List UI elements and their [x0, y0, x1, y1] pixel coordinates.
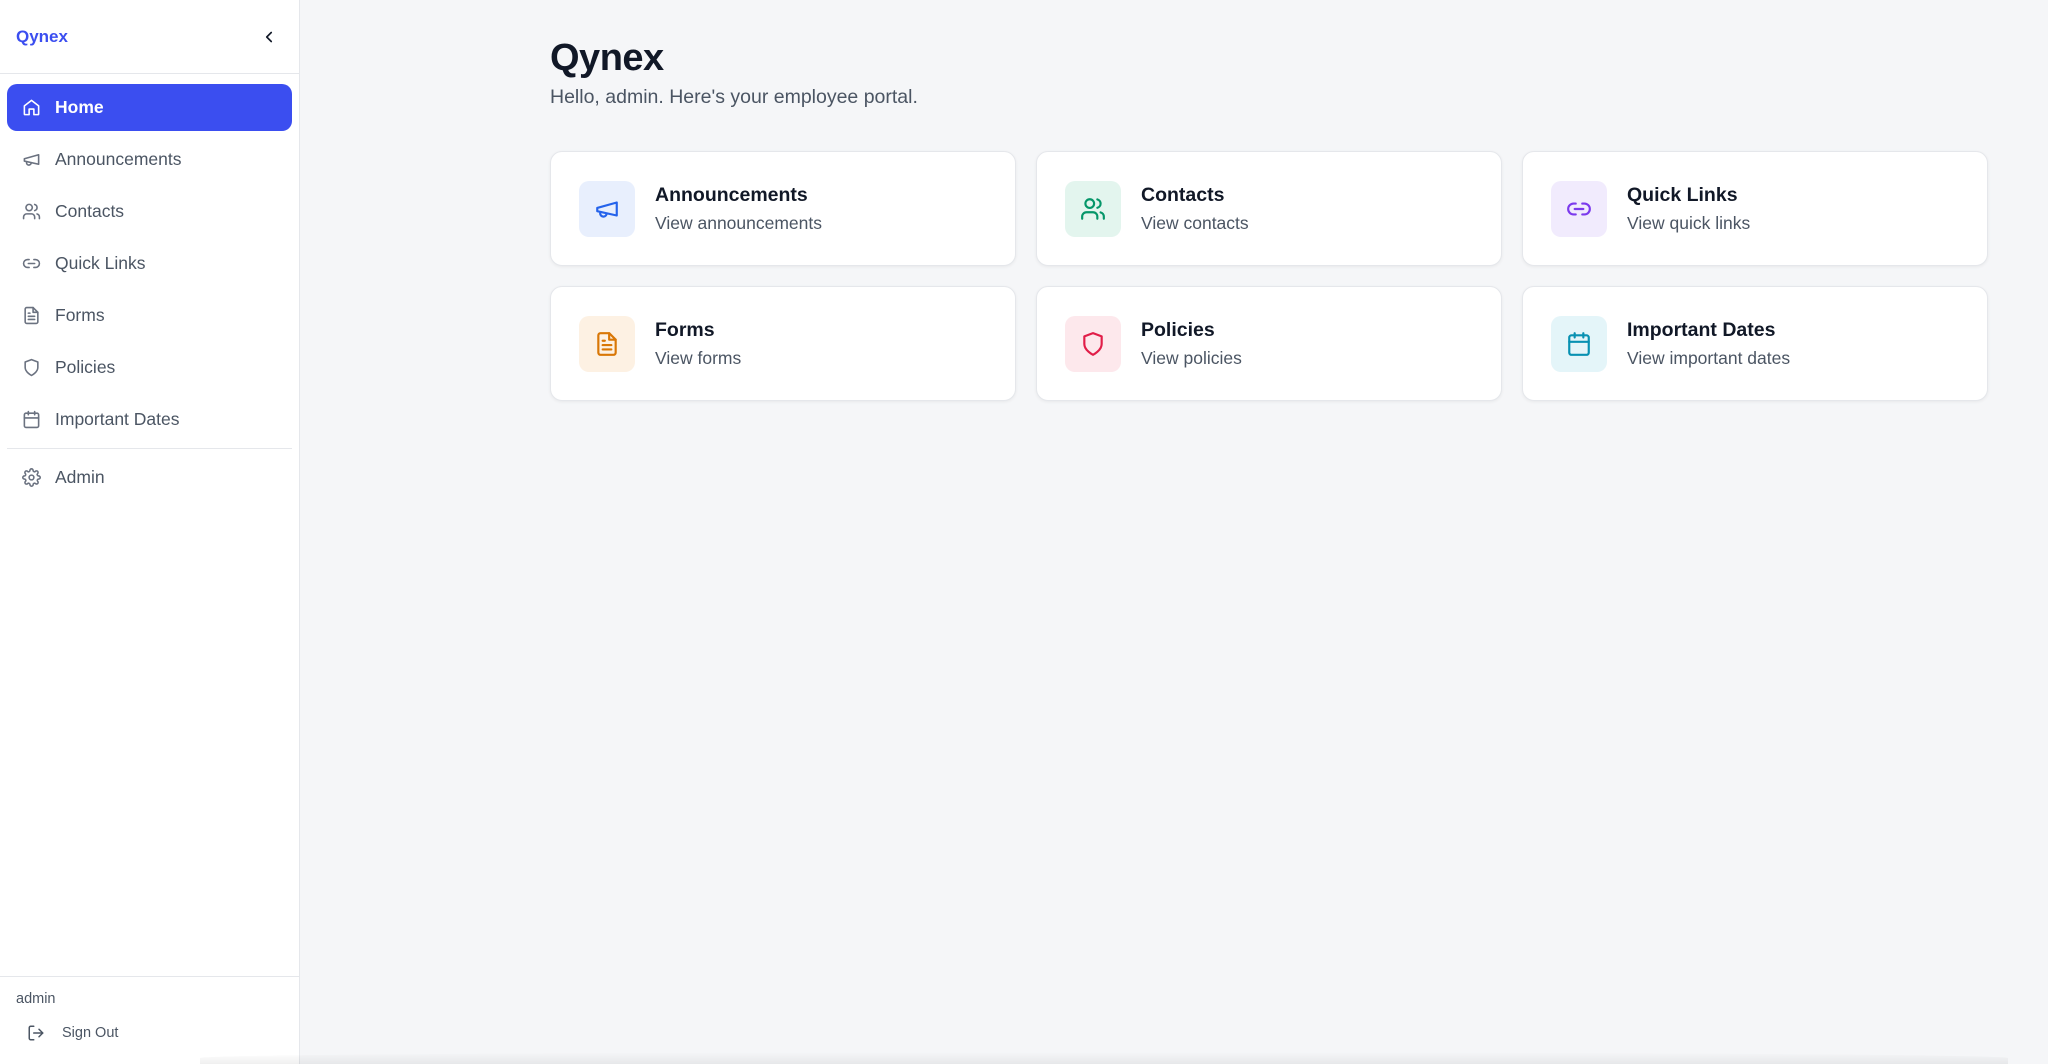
- sidebar-item-label: Home: [55, 97, 104, 117]
- card-title: Forms: [655, 318, 715, 341]
- card-title: Quick Links: [1627, 183, 1738, 206]
- sidebar-item-label: Admin: [55, 467, 105, 487]
- card-announcements[interactable]: Announcements View announcements: [550, 151, 1016, 266]
- megaphone-icon: [21, 150, 41, 170]
- sidebar-item-quick-links[interactable]: Quick Links: [7, 240, 292, 287]
- sign-out-button[interactable]: Sign Out: [16, 1023, 284, 1043]
- card-icon-tile: [1065, 180, 1121, 237]
- chevron-left-icon: [265, 31, 273, 42]
- card-text: Contacts View contacts: [1141, 184, 1249, 234]
- brand-logo[interactable]: Qynex: [16, 27, 68, 47]
- sidebar-item-label: Important Dates: [55, 409, 180, 429]
- card-description: View policies: [1141, 347, 1242, 368]
- sidebar-nav: Home Announcements Contacts Quick Links …: [0, 74, 299, 501]
- sidebar-item-contacts[interactable]: Contacts: [7, 188, 292, 235]
- card-text: Forms View forms: [655, 319, 741, 369]
- sidebar-item-label: Announcements: [55, 149, 182, 169]
- sign-out-label: Sign Out: [62, 1025, 119, 1041]
- card-quick-links[interactable]: Quick Links View quick links: [1522, 151, 1988, 266]
- card-description: View quick links: [1627, 212, 1751, 233]
- sidebar-item-forms[interactable]: Forms: [7, 292, 292, 339]
- card-description: View announcements: [655, 212, 823, 233]
- home-icon: [21, 98, 41, 118]
- calendar-icon: [1568, 331, 1590, 356]
- link-icon: [21, 254, 41, 274]
- card-title: Announcements: [655, 183, 808, 206]
- sidebar: Qynex Home Announcements Contacts Quick …: [0, 0, 300, 1064]
- sidebar-header: Qynex: [0, 0, 299, 74]
- current-user-name: admin: [16, 991, 56, 1007]
- card-description: View important dates: [1627, 347, 1791, 368]
- log-out-icon: [26, 1023, 46, 1043]
- card-text: Important Dates View important dates: [1627, 319, 1790, 369]
- file-text-icon: [597, 331, 617, 356]
- users-icon: [21, 202, 41, 222]
- collapse-sidebar-button[interactable]: [255, 23, 283, 51]
- sidebar-item-label: Quick Links: [55, 253, 146, 273]
- sidebar-footer: admin Sign Out: [0, 976, 300, 1064]
- shield-icon: [21, 358, 41, 378]
- card-text: Quick Links View quick links: [1627, 184, 1750, 234]
- card-icon-tile: [1551, 315, 1607, 372]
- sidebar-item-label: Contacts: [55, 201, 125, 221]
- card-icon-tile: [1065, 315, 1121, 372]
- sidebar-item-label: Policies: [55, 357, 116, 377]
- card-icon-tile: [1551, 180, 1607, 237]
- link-icon: [1567, 202, 1591, 215]
- sidebar-item-admin[interactable]: Admin: [7, 454, 292, 501]
- gear-icon: [21, 468, 41, 488]
- card-description: View forms: [655, 347, 742, 368]
- card-title: Important Dates: [1627, 318, 1776, 341]
- page-title: Qynex: [550, 37, 664, 79]
- megaphone-icon: [596, 200, 618, 218]
- sidebar-item-home[interactable]: Home: [7, 84, 292, 131]
- card-title: Contacts: [1141, 183, 1225, 206]
- sidebar-divider: [7, 448, 292, 449]
- card-text: Announcements View announcements: [655, 184, 822, 234]
- card-title: Policies: [1141, 318, 1215, 341]
- card-contacts[interactable]: Contacts View contacts: [1036, 151, 1502, 266]
- page-subtitle: Hello, admin. Here's your employee porta…: [550, 86, 918, 108]
- file-text-icon: [21, 306, 41, 326]
- card-important-dates[interactable]: Important Dates View important dates: [1522, 286, 1988, 401]
- main-content: Qynex Hello, admin. Here's your employee…: [550, 0, 1990, 401]
- sidebar-item-announcements[interactable]: Announcements: [7, 136, 292, 183]
- sidebar-item-label: Forms: [55, 305, 105, 325]
- portal-cards-grid: Announcements View announcements Contact…: [550, 151, 1990, 401]
- sidebar-item-policies[interactable]: Policies: [7, 344, 292, 391]
- card-forms[interactable]: Forms View forms: [550, 286, 1016, 401]
- sidebar-item-important-dates[interactable]: Important Dates: [7, 396, 292, 443]
- card-text: Policies View policies: [1141, 319, 1242, 369]
- users-icon: [1081, 197, 1105, 220]
- card-description: View contacts: [1141, 212, 1249, 233]
- card-policies[interactable]: Policies View policies: [1036, 286, 1502, 401]
- shield-icon: [1083, 331, 1103, 356]
- card-icon-tile: [579, 180, 635, 237]
- bottom-shadow: [200, 1052, 2008, 1064]
- card-icon-tile: [579, 315, 635, 372]
- calendar-icon: [21, 410, 41, 430]
